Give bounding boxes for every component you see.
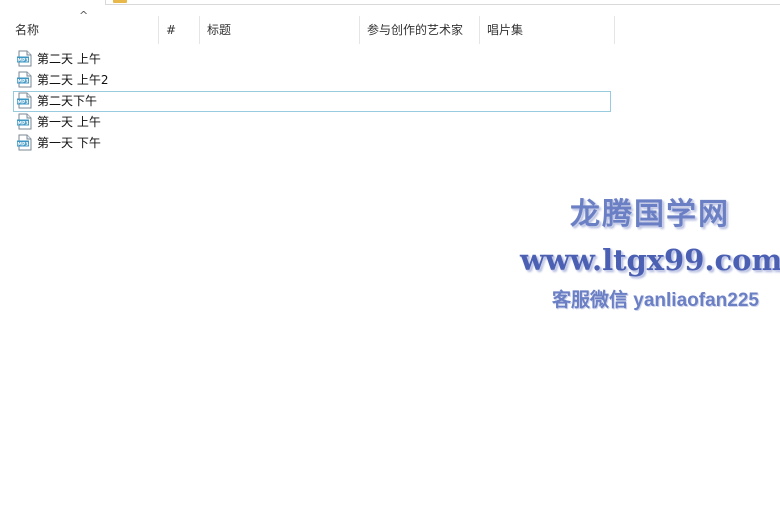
explorer-window: ^ 名称 # 标题 参与创作的艺术家 唱片集 MP3 第二天 上午 MP3 第二… <box>0 0 780 525</box>
svg-text:MP3: MP3 <box>17 78 28 84</box>
file-name: 第二天 上午2 <box>37 73 109 87</box>
file-row[interactable]: MP3 第二天 上午2 <box>13 70 613 91</box>
file-name: 第二天 上午 <box>37 52 101 66</box>
mp3-file-icon: MP3 <box>17 92 32 109</box>
column-header-number[interactable]: # <box>159 16 200 44</box>
watermark-contact: 客服微信 yanliaofan225 <box>552 290 759 311</box>
column-header-row: 名称 # 标题 参与创作的艺术家 唱片集 <box>8 16 615 44</box>
column-header-album[interactable]: 唱片集 <box>480 16 615 44</box>
mp3-file-icon: MP3 <box>17 50 32 67</box>
file-name: 第一天 上午 <box>37 115 101 129</box>
file-row-focused[interactable]: MP3 第二天下午 <box>13 91 611 112</box>
file-name: 第二天下午 <box>37 94 98 108</box>
mp3-file-icon: MP3 <box>17 113 32 130</box>
folder-icon <box>113 0 127 3</box>
mp3-file-icon: MP3 <box>17 134 32 151</box>
svg-text:MP3: MP3 <box>17 99 28 105</box>
file-row[interactable]: MP3 第二天 上午 <box>13 49 613 70</box>
file-name: 第一天 下午 <box>37 136 101 150</box>
file-list: MP3 第二天 上午 MP3 第二天 上午2 MP3 第二天下午 MP3 第一天… <box>13 49 613 154</box>
watermark-title: 龙腾国学网 <box>570 197 730 232</box>
svg-text:MP3: MP3 <box>17 120 28 126</box>
file-row[interactable]: MP3 第一天 上午 <box>13 112 613 133</box>
svg-text:MP3: MP3 <box>17 57 28 63</box>
file-row[interactable]: MP3 第一天 下午 <box>13 133 613 154</box>
column-header-title[interactable]: 标题 <box>200 16 360 44</box>
svg-text:MP3: MP3 <box>17 141 28 147</box>
watermark-url: www.ltgx99.com <box>520 243 780 277</box>
column-header-name[interactable]: 名称 <box>8 16 159 44</box>
address-bar-edge <box>105 0 780 5</box>
mp3-file-icon: MP3 <box>17 71 32 88</box>
column-header-artists[interactable]: 参与创作的艺术家 <box>360 16 480 44</box>
watermark: 龙腾国学网 www.ltgx99.com 客服微信 yanliaofan225 <box>520 192 780 316</box>
